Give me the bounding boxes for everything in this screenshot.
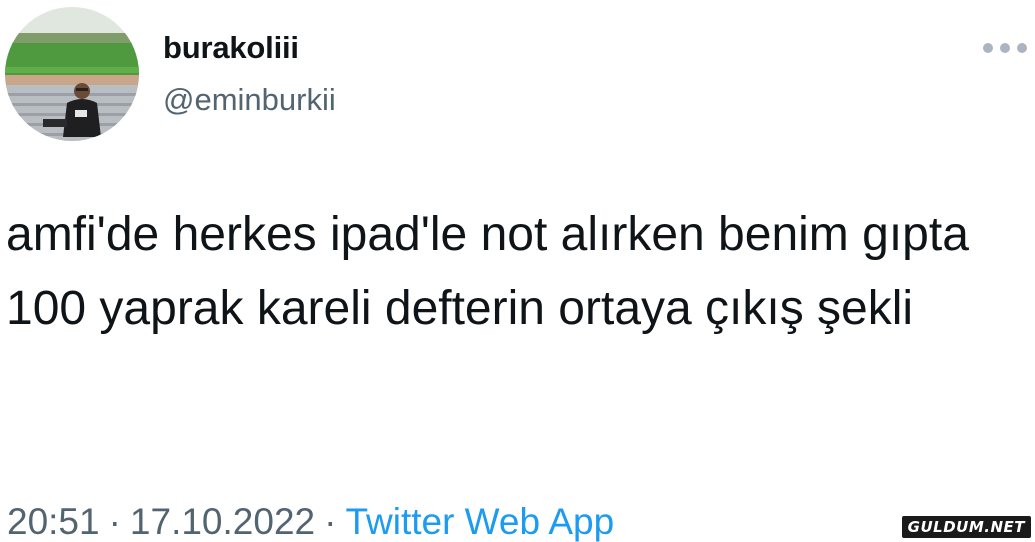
more-dot (1017, 43, 1027, 53)
display-name[interactable]: burakoliii (163, 30, 299, 66)
tweet-card: burakoliii @eminburkii amfi'de herkes ip… (0, 0, 1035, 542)
meta-separator: · (108, 501, 121, 542)
watermark-logo: GULDUM.NET (901, 516, 1031, 538)
more-dot (983, 43, 993, 53)
user-handle[interactable]: @eminburkii (163, 82, 336, 118)
tweet-date[interactable]: 17.10.2022 (130, 501, 315, 542)
more-options-icon[interactable] (983, 36, 1027, 60)
tweet-source-link[interactable]: Twitter Web App (345, 501, 614, 542)
tweet-time[interactable]: 20:51 (7, 501, 100, 542)
avatar-photo (5, 7, 139, 141)
tweet-text: amfi'de herkes ipad'le not alırken benim… (6, 208, 969, 335)
avatar[interactable] (5, 7, 139, 141)
more-dot (1000, 43, 1010, 53)
tweet-metadata: 20:51 · 17.10.2022 · Twitter Web App (7, 500, 614, 542)
meta-separator: · (324, 501, 337, 542)
